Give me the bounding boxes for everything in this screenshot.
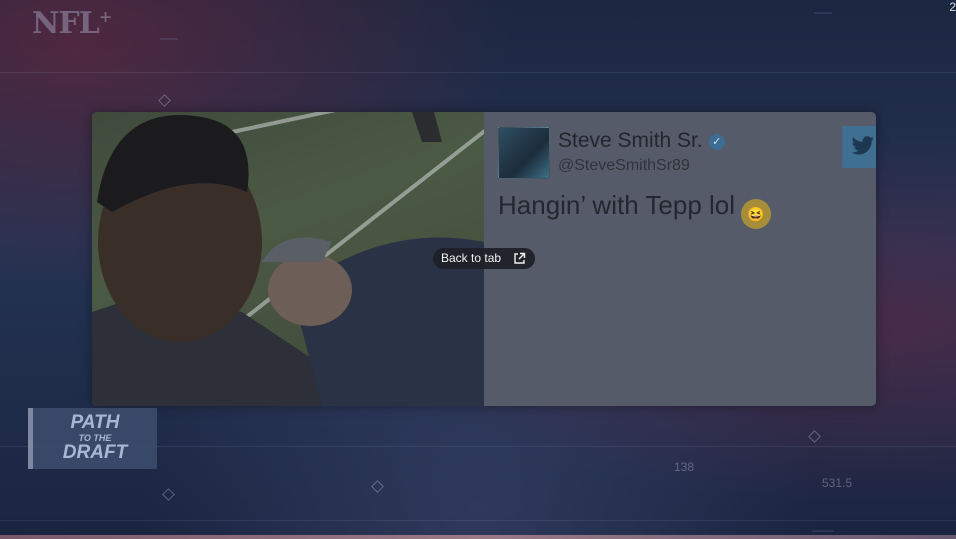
grid-line bbox=[0, 520, 956, 521]
nfl-plus-logo: NFL+ bbox=[32, 6, 112, 41]
twitter-bird-icon bbox=[842, 126, 876, 168]
yard-number: 138 bbox=[674, 460, 695, 474]
grid-line bbox=[814, 12, 832, 14]
grid-line bbox=[160, 38, 178, 40]
diamond-marker-icon bbox=[808, 430, 821, 443]
avatar bbox=[498, 127, 550, 179]
graphic-line: PATH bbox=[70, 412, 120, 433]
bottom-strip bbox=[0, 535, 956, 539]
external-link-icon bbox=[514, 252, 526, 264]
author-handle: @SteveSmithSr89 bbox=[558, 157, 690, 174]
diamond-marker-icon bbox=[371, 480, 384, 493]
tweet-photo bbox=[92, 112, 484, 406]
diamond-marker-icon bbox=[162, 488, 175, 501]
tweet-text: Hangin’ with Tepp lol 😆 bbox=[498, 190, 772, 229]
grid-line bbox=[812, 530, 834, 532]
path-to-the-draft-graphic: PATH TO THE DRAFT bbox=[28, 408, 157, 469]
back-to-tab-label: Back to tab bbox=[441, 251, 502, 265]
back-to-tab-button[interactable]: Back to tab bbox=[433, 248, 535, 269]
corner-mark: 2 bbox=[949, 0, 956, 14]
graphic-line: DRAFT bbox=[62, 442, 128, 463]
yard-number: 531.5 bbox=[822, 476, 853, 490]
diamond-marker-icon bbox=[158, 94, 171, 107]
grid-line bbox=[0, 72, 956, 73]
laughing-emoji-icon: 😆 bbox=[741, 199, 772, 229]
verified-check-icon: ✓ bbox=[708, 134, 725, 150]
tweet-body: Steve Smith Sr. ✓ @SteveSmithSr89 Hangin’… bbox=[484, 112, 876, 406]
photo-people bbox=[92, 112, 484, 406]
author-name: Steve Smith Sr. ✓ bbox=[558, 129, 725, 153]
